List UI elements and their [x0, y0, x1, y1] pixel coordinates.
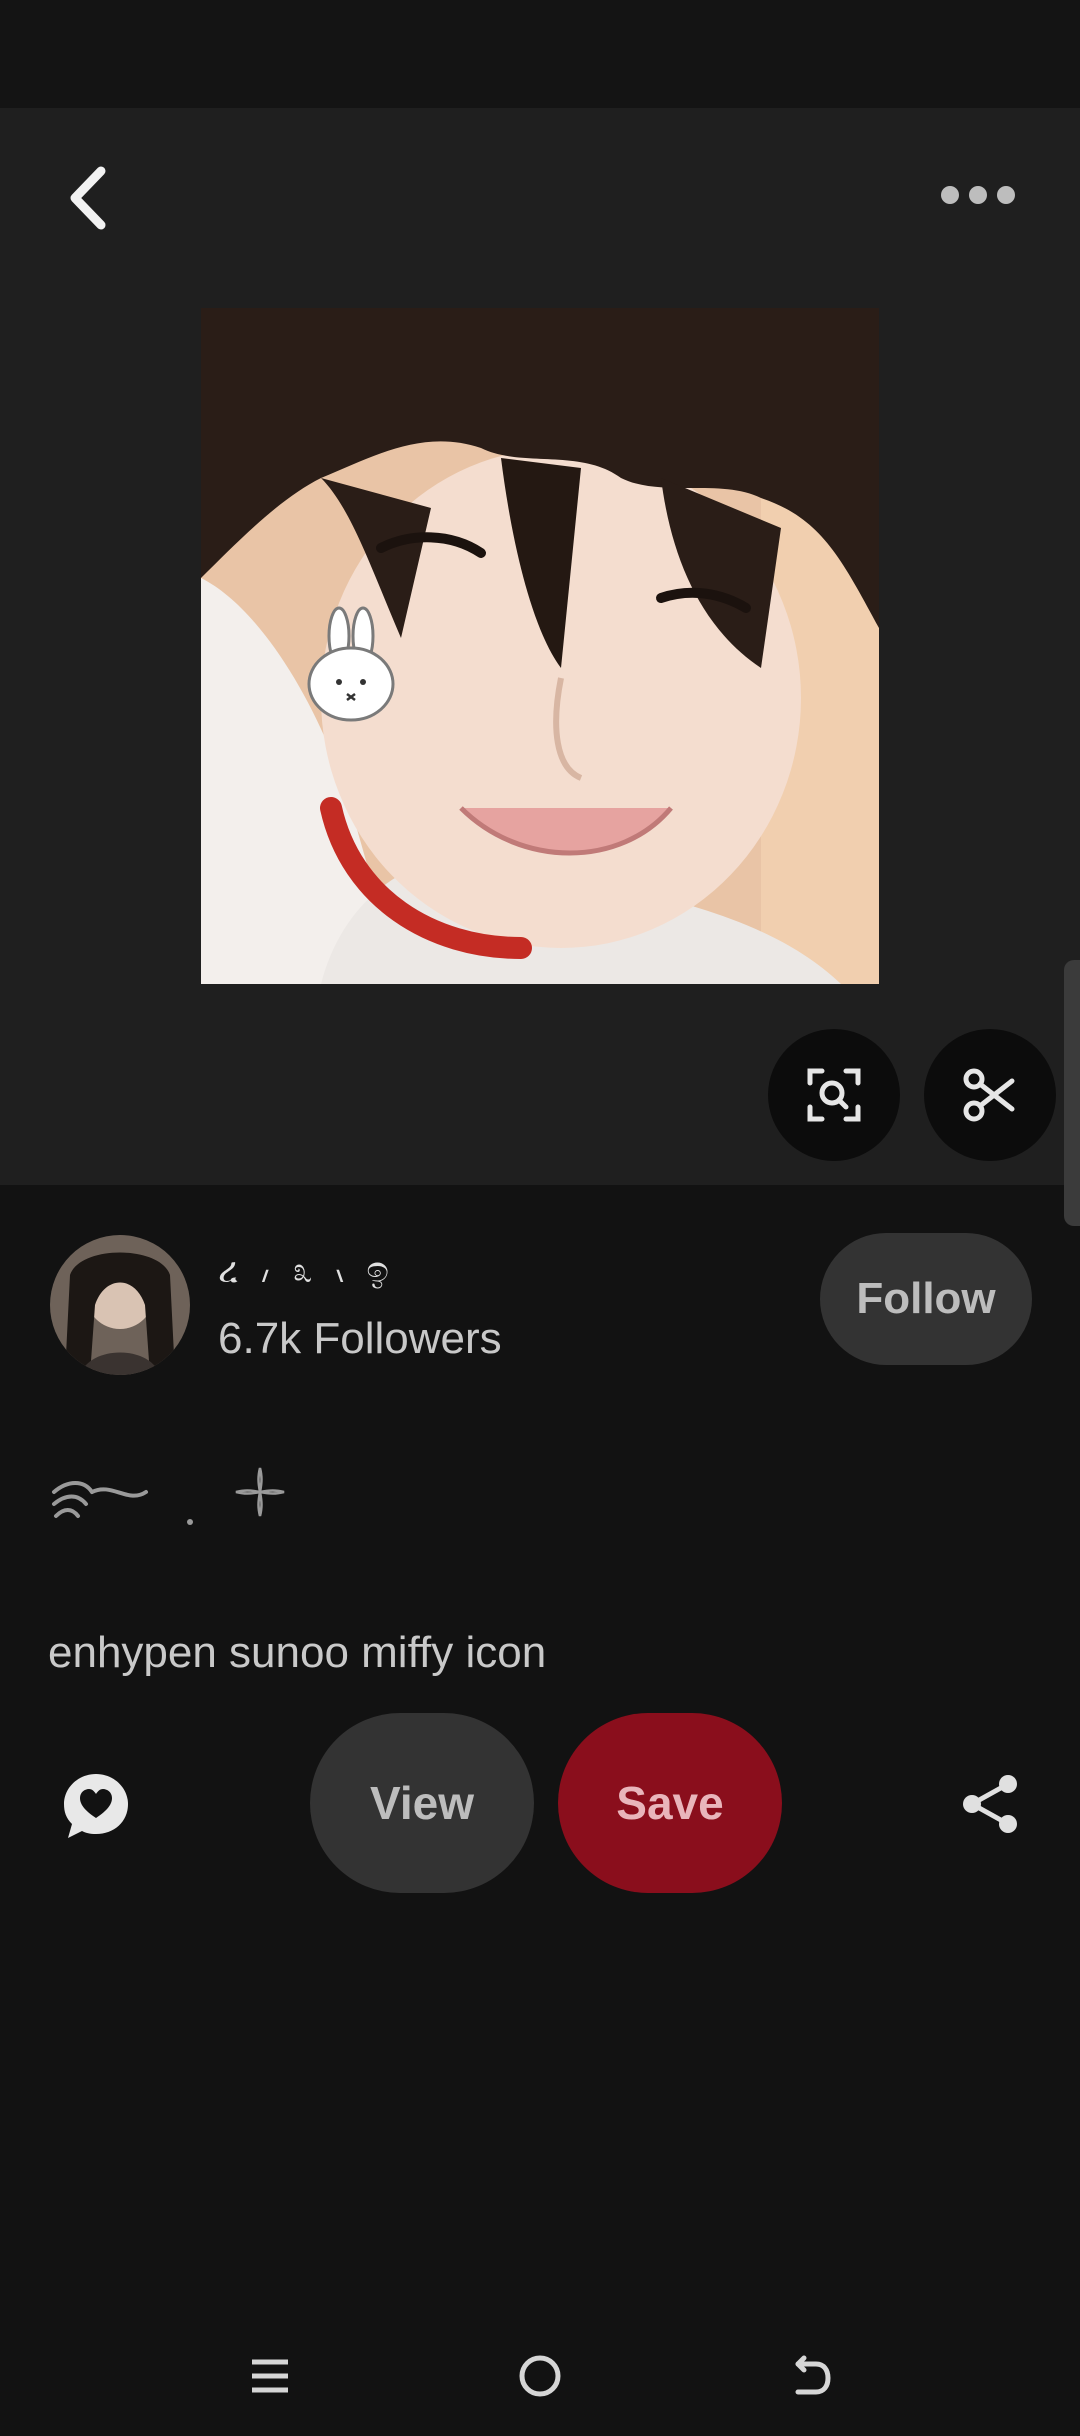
avatar-photo [50, 1235, 190, 1375]
home-button[interactable] [510, 2346, 570, 2406]
back-icon [795, 2355, 831, 2395]
follower-count: 6.7k Followers [218, 1314, 502, 1363]
recents-button[interactable] [240, 2346, 300, 2406]
creator-name[interactable]: ረ ៸ ೩ ៶ ඉ [218, 1250, 395, 1290]
comment-heart-icon [64, 1774, 128, 1838]
scissors-icon [963, 1068, 1015, 1122]
visual-search-button[interactable] [768, 1029, 900, 1161]
share-button[interactable] [958, 1772, 1022, 1836]
pin-photo-illustration [201, 308, 879, 984]
status-bar [0, 0, 1080, 108]
side-panel-handle[interactable] [1064, 960, 1080, 1226]
recents-icon [252, 2359, 288, 2393]
creator-avatar[interactable] [50, 1235, 190, 1375]
chevron-left-icon [70, 166, 106, 230]
view-button[interactable]: View [310, 1713, 534, 1893]
comment-button[interactable] [60, 1770, 132, 1842]
pin-title: enhypen sunoo miffy icon [48, 1628, 547, 1677]
visual-search-icon [807, 1068, 861, 1122]
pin-image[interactable] [201, 308, 879, 984]
more-options-button[interactable] [930, 160, 1026, 230]
share-icon [963, 1775, 1017, 1833]
decorative-glyphs [48, 1462, 298, 1532]
cutout-button[interactable] [924, 1029, 1056, 1161]
wave-sparkle-icon [52, 1467, 285, 1525]
save-button[interactable]: Save [558, 1713, 782, 1893]
back-button[interactable] [50, 160, 126, 236]
home-icon [519, 2355, 561, 2397]
follow-button[interactable]: Follow [820, 1233, 1032, 1365]
system-back-button[interactable] [780, 2346, 840, 2406]
more-horizontal-icon [941, 186, 1015, 204]
